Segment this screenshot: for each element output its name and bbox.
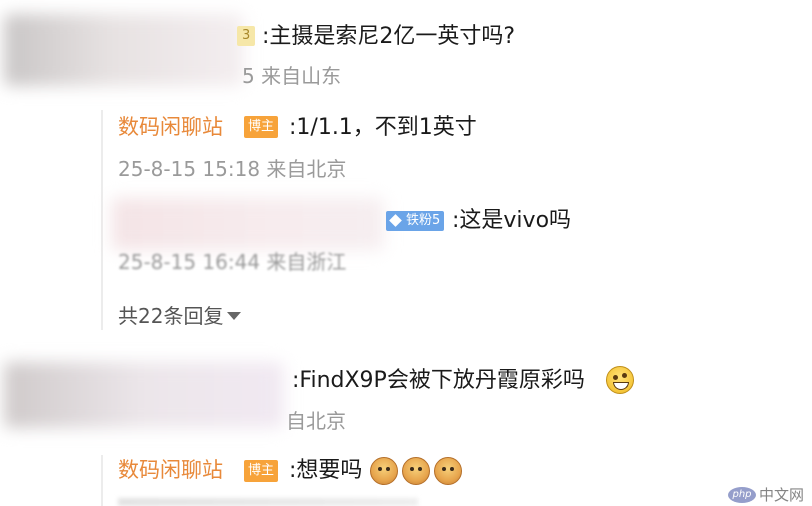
reply3-meta-cutoff: [118, 498, 418, 506]
watermark: php 中文网: [728, 486, 804, 504]
comment1-meta: 5 来自山东: [242, 64, 342, 88]
comment1-text: :主摄是索尼2亿一英寸吗?: [262, 24, 516, 49]
reply1-meta: 25-8-15 15:18 来自北京: [118, 157, 347, 181]
reply2-fan-badge-label: 铁粉5: [406, 213, 441, 228]
reply2-meta: 25-8-15 16:44 来自浙江: [118, 250, 347, 274]
reply2-fan-badge: 铁粉5: [386, 211, 445, 231]
comment1-badge-suffix: 3: [242, 28, 251, 43]
comment2-meta: 自北京: [286, 409, 346, 433]
comment1-avatar-blurred: [4, 14, 244, 86]
more-replies-button[interactable]: 共22条回复: [118, 303, 242, 329]
watermark-text: 中文网: [759, 485, 805, 504]
monkey-emoji-icon: [370, 457, 398, 485]
reply-thread-bar: [101, 110, 103, 330]
reply2-username-blurred: [112, 198, 384, 250]
monkey-emoji-icon: [434, 457, 462, 485]
comment2-text: :FindX9P会被下放丹霞原彩吗: [292, 368, 585, 393]
reply2-text: :这是vivo吗: [452, 208, 572, 233]
reply-thread-bar-2: [101, 455, 103, 506]
grin-emoji-icon: [606, 366, 634, 394]
reply3-text: :想要吗: [289, 458, 363, 483]
more-replies-label: 共22条回复: [118, 304, 224, 328]
diamond-icon: [389, 214, 402, 227]
reply1-host-badge: 博主: [244, 116, 279, 138]
monkey-emoji-icon: [402, 457, 430, 485]
reply3-host-badge: 博主: [244, 460, 279, 482]
reply1-text: :1/1.1，不到1英寸: [289, 115, 477, 140]
reply1-author-link[interactable]: 数码闲聊站: [118, 117, 223, 138]
caret-down-icon: [227, 312, 242, 320]
comment2-avatar-blurred: [4, 362, 284, 428]
php-logo: php: [728, 487, 756, 503]
reply3-author-link[interactable]: 数码闲聊站: [118, 460, 223, 481]
